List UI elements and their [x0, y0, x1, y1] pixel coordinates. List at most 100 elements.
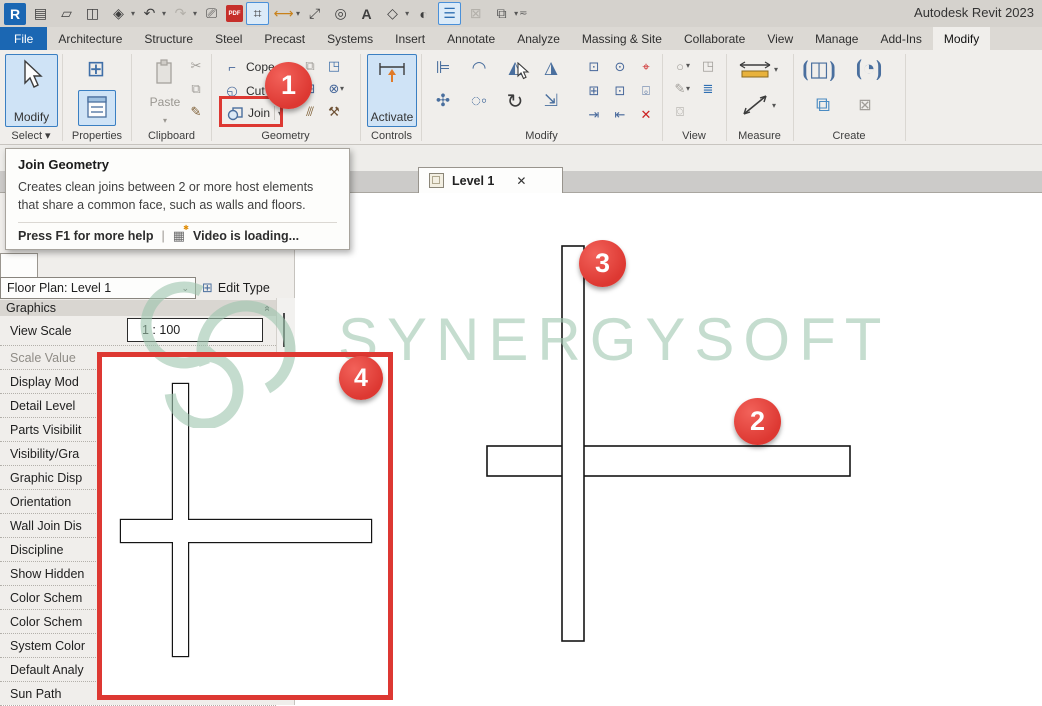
edit-type-button[interactable]: ⊞ Edit Type — [202, 277, 270, 299]
chevron-down-icon[interactable]: ▾ — [296, 9, 300, 18]
default-3d-view-icon[interactable]: ◇ — [381, 2, 404, 25]
tab-steel[interactable]: Steel — [204, 27, 253, 50]
chevron-down-icon[interactable]: ▾ — [686, 84, 690, 93]
activate-controls-button[interactable]: Activate — [367, 54, 417, 127]
chevron-down-icon[interactable]: ▾ — [193, 9, 197, 18]
thin-lines-icon[interactable]: ☰ — [438, 2, 461, 25]
tooltip-separator: | — [161, 229, 164, 243]
transfer-icon[interactable]: ◈ — [107, 2, 130, 25]
copy-icon[interactable]: ◌◦ — [466, 88, 492, 114]
align-icon[interactable]: ⊫ — [430, 55, 456, 81]
tab-annotate[interactable]: Annotate — [436, 27, 506, 50]
rotate-icon[interactable]: ↻ — [502, 88, 528, 114]
print-icon[interactable]: ⎚ — [200, 2, 223, 25]
tab-add-ins[interactable]: Add-Ins — [869, 27, 932, 50]
align-left-icon[interactable]: ⇥ — [584, 105, 604, 125]
view-scale-input[interactable]: 1 : 100 — [127, 318, 263, 342]
align-right-icon[interactable]: ⇤ — [610, 105, 630, 125]
tab-collaborate[interactable]: Collaborate — [673, 27, 756, 50]
split-face-icon[interactable]: ⫻ — [300, 102, 320, 122]
chevron-down-icon[interactable]: ▾ — [340, 84, 344, 93]
scale-icon[interactable]: ⊡ — [610, 81, 630, 101]
tooltip-body: Creates clean joins between 2 or more ho… — [18, 179, 337, 215]
open-icon[interactable]: ▱ — [55, 2, 78, 25]
split-with-gap-icon[interactable]: ⊙ — [610, 57, 630, 77]
drawing-canvas[interactable] — [295, 193, 1042, 705]
tab-systems[interactable]: Systems — [316, 27, 384, 50]
measure-panel-label[interactable]: Measure — [726, 130, 793, 142]
export-pdf-icon[interactable]: PDF — [226, 5, 243, 22]
clipboard-panel-label[interactable]: Clipboard — [132, 130, 211, 142]
customize-qat-icon[interactable]: ≂ — [519, 8, 527, 19]
match-type-icon[interactable]: ✎ — [186, 102, 206, 122]
tab-structure[interactable]: Structure — [133, 27, 204, 50]
tag-icon[interactable]: ◎ — [329, 2, 352, 25]
chevron-down-icon[interactable]: ▾ — [514, 9, 518, 18]
create-panel-label[interactable]: Create — [793, 130, 905, 142]
ruler-icon — [738, 59, 772, 79]
geometry-panel-label[interactable]: Geometry — [211, 130, 360, 142]
graphics-section-header[interactable]: Graphics » — [0, 300, 276, 316]
array-icon[interactable]: ⊞ — [584, 81, 604, 101]
mirror-draw-axis-icon[interactable]: ◮ — [538, 55, 564, 81]
type-selector[interactable]: Floor Plan: Level 1 ⌄ — [0, 277, 196, 299]
file-menu-icon[interactable]: ▤ — [29, 2, 52, 25]
unpin-icon[interactable]: ⌖ — [636, 57, 656, 77]
wall-horizontal[interactable] — [487, 446, 850, 476]
pin-icon[interactable]: ⌻ — [636, 81, 656, 101]
create-parts-icon[interactable]: ⧉ — [810, 92, 836, 118]
measure-icon[interactable]: ⤢ — [303, 2, 326, 25]
properties-panel-label[interactable]: Properties — [63, 130, 131, 142]
demolish-hammer-icon[interactable]: ⚒ — [324, 102, 344, 122]
chevron-down-icon[interactable]: ▾ — [162, 9, 166, 18]
controls-panel-label[interactable]: Controls — [361, 130, 422, 142]
tab-view[interactable]: View — [756, 27, 804, 50]
tab-analyze[interactable]: Analyze — [506, 27, 571, 50]
properties-toggle-button[interactable] — [78, 90, 116, 126]
tab-manage[interactable]: Manage — [804, 27, 869, 50]
palette-scrollbar[interactable] — [276, 298, 295, 352]
modify-select-button[interactable]: Modify — [5, 54, 58, 127]
view-panel-label[interactable]: View — [662, 130, 726, 142]
measure-length-button[interactable]: ▾ — [738, 58, 778, 80]
text-icon[interactable]: A — [355, 2, 378, 25]
offset-icon[interactable]: ◠ — [466, 55, 492, 81]
title-bar: R ▤ ▱ ◫ ◈▾ ↶▾ ↷▾ ⎚ PDF ⌗ ⟷▾ ⤢ ◎ A ◇▾ ◐ ☰… — [0, 0, 1042, 27]
close-icon[interactable]: ✕ — [516, 174, 526, 188]
collapse-section-icon[interactable]: » — [262, 305, 273, 311]
create-assembly-icon[interactable]: ⦗◔⦘ — [856, 56, 882, 82]
tab-file[interactable]: File — [0, 27, 47, 50]
measure-between-button[interactable]: ▾ — [740, 94, 776, 116]
tab-precast[interactable]: Precast — [253, 27, 316, 50]
tab-massing-site[interactable]: Massing & Site — [571, 27, 673, 50]
aligned-dimension-icon[interactable]: ⟷ — [272, 2, 295, 25]
split-element-icon[interactable]: ⊡ — [584, 57, 604, 77]
switch-windows-icon[interactable]: ⧉ — [490, 2, 513, 25]
modify-panel-label[interactable]: Modify — [421, 130, 662, 142]
move-icon[interactable]: ✣ — [430, 88, 456, 114]
revit-logo-icon[interactable]: R — [4, 3, 26, 25]
chevron-down-icon[interactable]: ▾ — [772, 101, 776, 110]
create-group-icon[interactable]: ⦗◫⦘ — [806, 56, 832, 82]
chevron-down-icon[interactable]: ▾ — [131, 9, 135, 18]
save-icon[interactable]: ◫ — [81, 2, 104, 25]
modify-pin-icon[interactable]: ⌗ — [246, 2, 269, 25]
section-icon[interactable]: ◐ — [412, 2, 435, 25]
tab-insert[interactable]: Insert — [384, 27, 436, 50]
chevron-down-icon[interactable]: ▾ — [686, 61, 690, 70]
beam-join-icon[interactable]: ◳ — [324, 56, 344, 76]
select-panel-label[interactable]: Select ▾ — [0, 129, 62, 142]
scrollbar-thumb[interactable] — [283, 313, 285, 347]
cutaway-lines-icon[interactable]: ≣ — [698, 79, 718, 99]
undo-icon[interactable]: ↶ — [138, 2, 161, 25]
chevron-down-icon[interactable]: ▾ — [405, 9, 409, 18]
trim-extend-icon[interactable]: ⇲ — [538, 88, 564, 114]
properties-palette-icon[interactable]: ⊞ — [83, 56, 109, 82]
view-tab-level1[interactable]: Level 1 ✕ — [418, 167, 563, 193]
wall-vertical[interactable] — [562, 246, 584, 641]
delete-icon[interactable]: ✕ — [636, 105, 656, 125]
chevron-down-icon[interactable]: ▾ — [774, 65, 778, 74]
chevron-down-icon[interactable]: ⌄ — [181, 283, 189, 294]
tab-modify[interactable]: Modify — [933, 27, 990, 50]
tab-architecture[interactable]: Architecture — [47, 27, 133, 50]
